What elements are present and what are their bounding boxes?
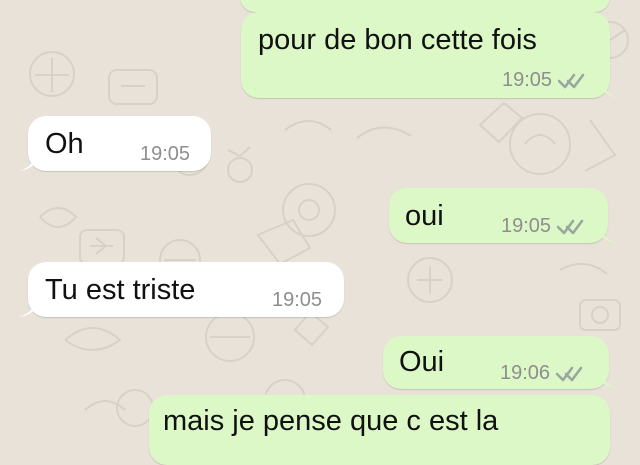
message-meta: 19:06 <box>500 363 584 383</box>
message-meta: 19:05 <box>272 290 322 310</box>
message-bubble-outgoing[interactable]: pour de bon cette fois 19:05 <box>241 12 620 98</box>
bubble-tail <box>18 155 36 171</box>
message-meta: 19:05 <box>140 144 190 164</box>
double-check-icon <box>556 366 583 382</box>
bubble-tail <box>600 227 618 243</box>
message-text: oui <box>405 200 444 232</box>
message-text: Tu est triste <box>45 274 196 306</box>
message-time: 19:05 <box>272 289 323 311</box>
message-time: 19:06 <box>500 362 551 384</box>
message-time: 19:05 <box>501 215 552 237</box>
message-meta: 19:05 <box>501 216 585 236</box>
message-text: Oui <box>399 346 445 378</box>
double-check-icon <box>558 73 585 89</box>
message-time: 19:05 <box>140 143 191 165</box>
message-text: Oh <box>45 128 84 160</box>
chat-view: pour de bon cette fois 19:05 Oh 19:05 ou… <box>0 0 640 465</box>
message-time: 19:05 <box>502 69 553 91</box>
message-text: pour de bon cette fois <box>258 24 537 56</box>
bubble-tail <box>602 82 620 98</box>
bubble-tail <box>18 301 36 317</box>
message-bubble-outgoing[interactable]: oui 19:05 <box>389 188 618 243</box>
message-bubble-outgoing-clipped[interactable]: mais je pense que c est la <box>149 395 610 465</box>
message-text: mais je pense que c est la <box>163 405 499 437</box>
message-meta: 19:05 <box>502 70 586 90</box>
double-check-icon <box>557 219 584 235</box>
message-bubble-incoming[interactable]: Tu est triste 19:05 <box>18 262 344 317</box>
message-bubble-clipped <box>240 0 610 12</box>
bubble-tail <box>601 373 619 389</box>
message-bubble-outgoing[interactable]: Oui 19:06 <box>383 336 619 389</box>
message-bubble-incoming[interactable]: Oh 19:05 <box>18 116 211 171</box>
